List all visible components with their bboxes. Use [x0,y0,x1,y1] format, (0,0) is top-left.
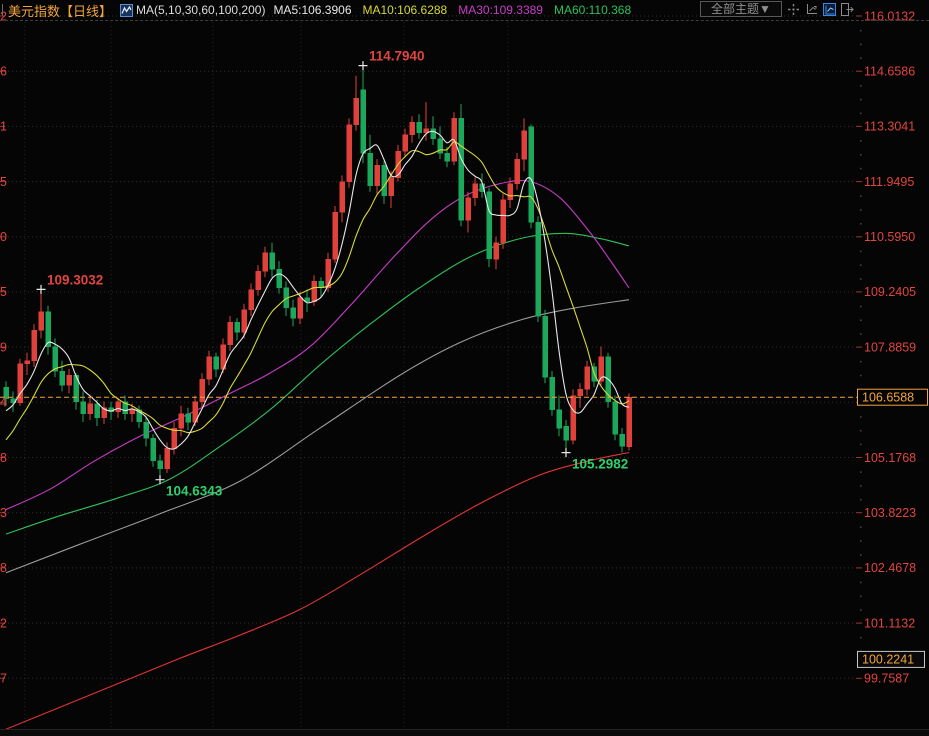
y-axis-label: 101.1132 [864,616,915,630]
ma-line-ma100 [6,300,629,573]
extreme-cross-marker [156,475,165,484]
y-axis-label: 99.7587 [864,672,909,686]
y-axis-label: 105.1768 [864,451,916,465]
y-axis-label-left-cut: 107.8859 [0,340,7,354]
chart-header: 美元指数【日线】 MA(5,10,30,60,100,200) MA5:106.… [0,0,929,21]
window-edge-divider [2,4,3,16]
y-axis-label: 107.8859 [864,340,916,354]
axis-chart-icon[interactable] [804,2,818,16]
mini-line-chart-icon[interactable] [120,4,133,17]
y-axis-label: 114.6586 [864,65,915,79]
side-panel-icon[interactable] [840,2,854,16]
bottom-border-strip [0,729,929,736]
ma-value: MA30:109.3389 [458,3,543,17]
y-axis-label-left-cut: 99.7587 [0,672,7,686]
ma-group-label: MA(5,10,30,60,100,200) [136,3,265,17]
theme-dropdown[interactable]: 全部主题▼ [700,1,782,17]
y-axis-label: 110.5950 [864,230,915,244]
ma-value: MA10:106.6288 [363,3,448,17]
y-axis-label: 102.4678 [864,561,916,575]
candle-chart-icon[interactable] [822,2,836,16]
extreme-cross-marker [562,448,571,457]
y-axis-label: 103.8223 [864,506,916,520]
chart-canvas[interactable]: 116.0132116.0132114.6586114.6586113.3041… [0,0,929,736]
secondary-price-badge: 100.2241 [858,651,925,667]
pan-tool-icon[interactable] [786,2,800,16]
grid-layer [0,16,856,729]
extreme-price-label: 105.2982 [572,457,628,472]
y-axis-label: 109.2405 [864,285,916,299]
ma-line-ma200 [0,453,629,732]
extreme-price-label: 109.3032 [47,272,103,287]
ma-value: MA60:110.368 [554,3,631,17]
symbol-title: 美元指数【日线】 [8,1,112,20]
ma-values: MA5:106.3906 MA10:106.6288 MA30:109.3389 MA… [273,3,642,17]
extreme-cross-marker [359,61,368,70]
y-axis-label-left-cut: 111.9495 [0,175,7,189]
y-axis-label-left-cut: 103.8223 [0,506,7,520]
ma-slow-lines-layer [0,180,629,731]
y-axis-label-left-cut: 106.5314 [0,396,7,410]
svg-text:100.2241: 100.2241 [862,653,914,667]
y-axis-label-left-cut: 101.1132 [0,616,7,630]
price-axis: 116.0132116.0132114.6586114.6586113.3041… [0,9,916,685]
y-axis-label-left-cut: 105.1768 [0,451,7,465]
header-toolbar: 全部主题▼ [700,1,854,17]
y-axis-label-left-cut: 102.4678 [0,561,7,575]
candlestick-chart[interactable]: 116.0132116.0132114.6586114.6586113.3041… [0,0,929,736]
extreme-cross-marker [37,285,46,294]
y-axis-label-left-cut: 114.6586 [0,65,7,79]
y-axis-label: 113.3041 [864,120,915,134]
current-price-badge: 106.6588 [858,389,928,405]
y-axis-label: 111.9495 [864,175,914,189]
svg-text:106.6588: 106.6588 [862,391,914,405]
y-axis-label-left-cut: 113.3041 [0,120,7,134]
chart-window: 116.0132116.0132114.6586114.6586113.3041… [0,0,929,736]
y-axis-label-left-cut: 110.5950 [0,230,7,244]
extreme-price-label: 104.6343 [166,484,223,499]
ma-value: MA5:106.3906 [273,3,351,17]
extreme-price-label: 114.7940 [369,49,425,64]
y-axis-label-left-cut: 109.2405 [0,285,7,299]
